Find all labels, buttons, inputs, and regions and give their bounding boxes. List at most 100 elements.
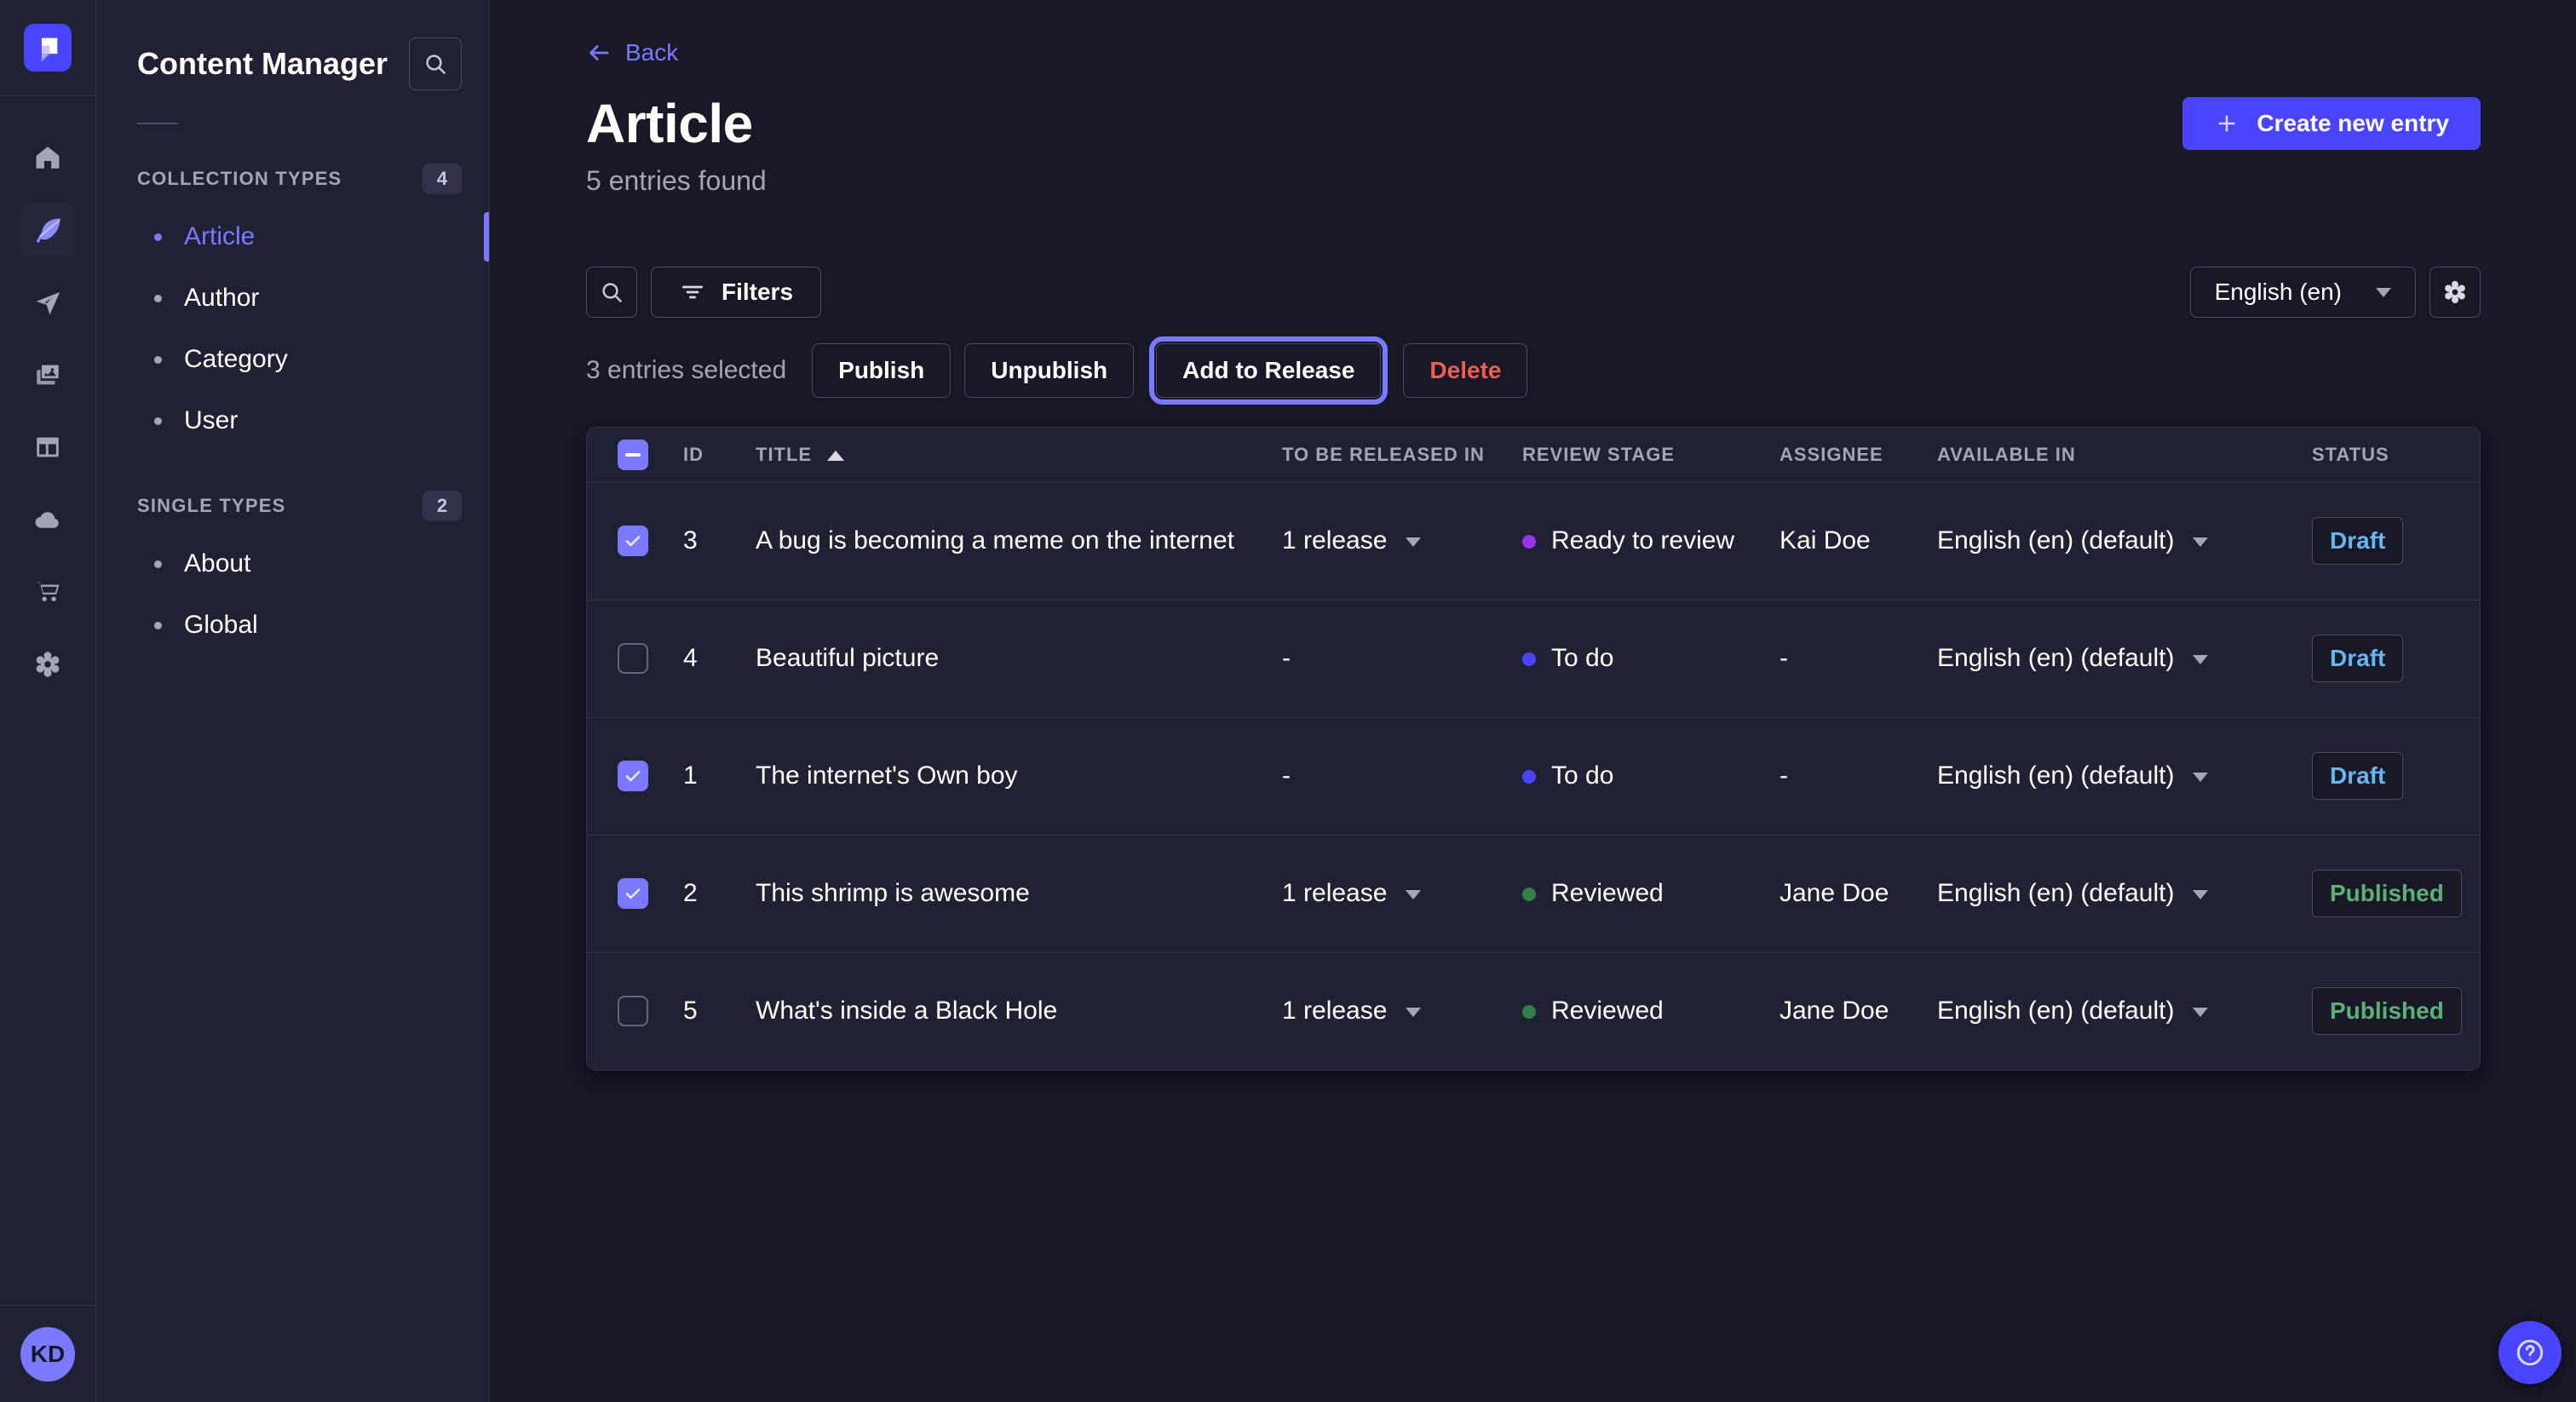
cell-review-stage[interactable]: Ready to review bbox=[1521, 482, 1779, 600]
bullet-icon bbox=[154, 622, 162, 629]
entries-count: 5 entries found bbox=[586, 165, 2481, 197]
cell-status: Draft bbox=[2311, 482, 2480, 600]
table-row[interactable]: 2 This shrimp is awesome 1 release Revie… bbox=[587, 835, 2480, 952]
cell-review-stage[interactable]: Reviewed bbox=[1521, 835, 1779, 952]
sidebar-item-author[interactable]: Author bbox=[96, 267, 489, 329]
cell-review-stage[interactable]: To do bbox=[1521, 600, 1779, 717]
cell-available-in[interactable]: English (en) (default) bbox=[1936, 482, 2311, 600]
select-all-checkbox[interactable] bbox=[618, 440, 648, 470]
col-header-released[interactable]: TO BE RELEASED IN bbox=[1281, 428, 1521, 482]
cell-review-stage[interactable]: Reviewed bbox=[1521, 952, 1779, 1070]
cell-available-in[interactable]: English (en) (default) bbox=[1936, 717, 2311, 835]
sidebar-item-category[interactable]: Category bbox=[96, 329, 489, 390]
user-avatar[interactable]: KD bbox=[20, 1327, 75, 1382]
cell-review-stage[interactable]: To do bbox=[1521, 717, 1779, 835]
nav-content-type-builder-button[interactable] bbox=[20, 420, 75, 474]
add-to-release-button[interactable]: Add to Release bbox=[1156, 343, 1381, 398]
cell-id: 5 bbox=[682, 952, 755, 1070]
cell-released[interactable]: 1 release bbox=[1281, 835, 1521, 952]
main-nav-rail: KD bbox=[0, 0, 96, 1402]
row-checkbox[interactable] bbox=[618, 996, 648, 1026]
status-badge[interactable]: Draft bbox=[2312, 635, 2403, 682]
filter-lines-icon bbox=[679, 279, 706, 306]
cell-released[interactable]: 1 release bbox=[1281, 952, 1521, 1070]
cell-title[interactable]: Beautiful picture bbox=[755, 600, 1281, 717]
status-badge[interactable]: Published bbox=[2312, 987, 2462, 1035]
col-header-stage[interactable]: REVIEW STAGE bbox=[1521, 428, 1779, 482]
table-row[interactable]: 4 Beautiful picture - To do - English (e… bbox=[587, 600, 2480, 717]
cell-available-in[interactable]: English (en) (default) bbox=[1936, 600, 2311, 717]
unpublish-button[interactable]: Unpublish bbox=[964, 343, 1134, 398]
nav-releases-button[interactable] bbox=[20, 275, 75, 330]
col-header-id[interactable]: ID bbox=[682, 428, 755, 482]
cell-title[interactable]: This shrimp is awesome bbox=[755, 835, 1281, 952]
sidebar-item-article[interactable]: Article bbox=[96, 206, 489, 267]
nav-cloud-button[interactable] bbox=[20, 492, 75, 547]
sidebar-item-user[interactable]: User bbox=[96, 390, 489, 451]
entries-table-card: ID TITLE TO BE RELEASED IN REVIEW STAGE … bbox=[586, 427, 2481, 1071]
create-new-entry-button[interactable]: Create new entry bbox=[2182, 97, 2481, 150]
row-checkbox[interactable] bbox=[618, 878, 648, 909]
col-header-status[interactable]: STATUS bbox=[2311, 428, 2480, 482]
sidebar-item-global[interactable]: Global bbox=[96, 595, 489, 656]
cell-title[interactable]: The internet's Own boy bbox=[755, 717, 1281, 835]
status-badge[interactable]: Draft bbox=[2312, 752, 2403, 800]
row-checkbox[interactable] bbox=[618, 526, 648, 556]
col-header-available[interactable]: AVAILABLE IN bbox=[1936, 428, 2311, 482]
paper-plane-icon bbox=[33, 288, 62, 317]
strapi-logo[interactable] bbox=[24, 24, 72, 72]
locale-value: English (en) bbox=[2215, 279, 2342, 306]
nav-media-library-button[interactable] bbox=[20, 348, 75, 402]
sort-ascending-icon bbox=[827, 451, 844, 461]
filters-button[interactable]: Filters bbox=[651, 267, 821, 318]
status-badge[interactable]: Draft bbox=[2312, 517, 2403, 565]
rail-divider bbox=[0, 95, 96, 96]
search-icon bbox=[423, 51, 448, 77]
cell-released[interactable]: 1 release bbox=[1281, 482, 1521, 600]
nav-content-manager-button[interactable] bbox=[20, 203, 75, 257]
sidebar-sections: COLLECTION TYPES4ArticleAuthorCategoryUs… bbox=[96, 164, 489, 656]
locale-select[interactable]: English (en) bbox=[2190, 267, 2416, 318]
nav-home-button[interactable] bbox=[20, 130, 75, 185]
page-title: Article bbox=[586, 95, 753, 152]
nav-settings-button[interactable] bbox=[20, 637, 75, 692]
stage-dot-icon bbox=[1522, 1005, 1536, 1019]
create-new-entry-label: Create new entry bbox=[2257, 110, 2449, 137]
chevron-down-icon bbox=[2193, 1008, 2208, 1017]
back-link[interactable]: Back bbox=[586, 39, 678, 66]
row-checkbox[interactable] bbox=[618, 643, 648, 674]
col-header-title[interactable]: TITLE bbox=[755, 428, 1281, 482]
delete-button[interactable]: Delete bbox=[1403, 343, 1527, 398]
list-search-button[interactable] bbox=[586, 267, 637, 318]
view-settings-button[interactable] bbox=[2429, 267, 2481, 318]
status-badge[interactable]: Published bbox=[2312, 870, 2462, 917]
content-types-search-button[interactable] bbox=[409, 37, 462, 90]
row-checkbox[interactable] bbox=[618, 761, 648, 791]
strapi-app: KD Content Manager COLLECTION TYPES4Arti… bbox=[0, 0, 2576, 1402]
table-row[interactable]: 1 The internet's Own boy - To do - Engli… bbox=[587, 717, 2480, 835]
sidebar-divider bbox=[137, 123, 178, 124]
cell-title[interactable]: A bug is becoming a meme on the internet bbox=[755, 482, 1281, 600]
cell-released[interactable]: - bbox=[1281, 717, 1521, 835]
feather-icon bbox=[32, 215, 63, 245]
publish-button[interactable]: Publish bbox=[812, 343, 951, 398]
check-icon bbox=[623, 766, 643, 786]
main-content: Back Article Create new entry 5 entries … bbox=[490, 0, 2576, 1402]
sidebar-item-about[interactable]: About bbox=[96, 533, 489, 595]
cart-icon bbox=[33, 577, 62, 606]
gear-icon bbox=[32, 649, 63, 680]
cell-assignee: Jane Doe bbox=[1779, 952, 1936, 1070]
images-icon bbox=[33, 360, 62, 389]
rail-icons bbox=[20, 130, 75, 692]
cell-released[interactable]: - bbox=[1281, 600, 1521, 717]
help-button[interactable] bbox=[2498, 1321, 2562, 1384]
cell-assignee: - bbox=[1779, 717, 1936, 835]
plus-icon bbox=[2214, 111, 2240, 136]
cell-title[interactable]: What's inside a Black Hole bbox=[755, 952, 1281, 1070]
table-row[interactable]: 5 What's inside a Black Hole 1 release R… bbox=[587, 952, 2480, 1070]
cell-available-in[interactable]: English (en) (default) bbox=[1936, 835, 2311, 952]
table-row[interactable]: 3 A bug is becoming a meme on the intern… bbox=[587, 482, 2480, 600]
nav-marketplace-button[interactable] bbox=[20, 565, 75, 619]
col-header-assignee[interactable]: ASSIGNEE bbox=[1779, 428, 1936, 482]
cell-available-in[interactable]: English (en) (default) bbox=[1936, 952, 2311, 1070]
